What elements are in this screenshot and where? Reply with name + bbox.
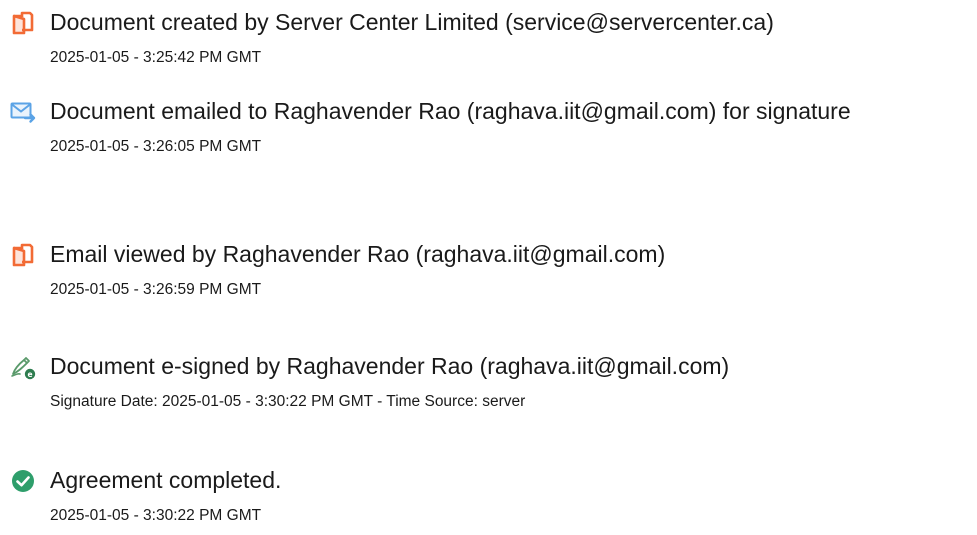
- document-viewed-icon: [10, 242, 36, 268]
- event-title: Agreement completed.: [50, 467, 282, 493]
- checkmark-circle-icon: [10, 468, 36, 494]
- event-title: Document created by Server Center Limite…: [50, 9, 774, 35]
- svg-text:e: e: [27, 370, 32, 379]
- event-title: Document emailed to Raghavender Rao (rag…: [50, 98, 851, 124]
- document-created-icon: [10, 10, 36, 36]
- event-timestamp: 2025-01-05 - 3:25:42 PM GMT: [50, 49, 262, 66]
- event-timestamp: 2025-01-05 - 3:26:05 PM GMT: [50, 138, 262, 155]
- event-timestamp: Signature Date: 2025-01-05 - 3:30:22 PM …: [50, 393, 526, 410]
- event-timestamp: 2025-01-05 - 3:30:22 PM GMT: [50, 507, 262, 524]
- event-title: Document e-signed by Raghavender Rao (ra…: [50, 353, 730, 379]
- email-sent-icon: [10, 99, 36, 125]
- event-timestamp: 2025-01-05 - 3:26:59 PM GMT: [50, 281, 262, 298]
- e-sign-pen-icon: e: [10, 354, 36, 380]
- event-title: Email viewed by Raghavender Rao (raghava…: [50, 241, 666, 267]
